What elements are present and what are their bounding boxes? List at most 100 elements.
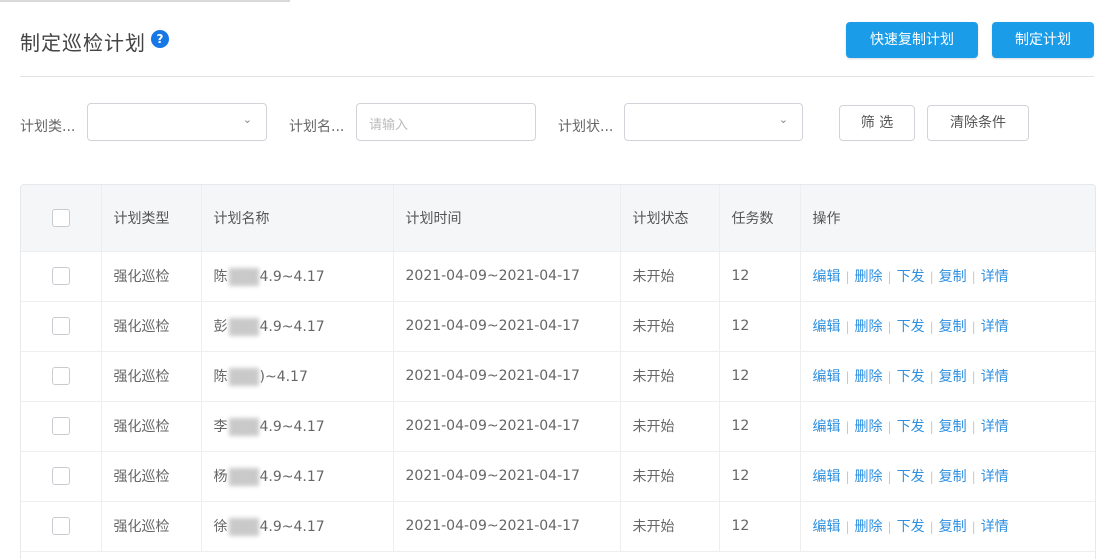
action-separator: | xyxy=(971,520,976,534)
action-link[interactable]: 详情 xyxy=(981,319,1009,335)
column-header[interactable]: 计划类型 xyxy=(101,185,202,252)
action-link[interactable]: 复制 xyxy=(939,369,967,385)
row-checkbox[interactable] xyxy=(51,367,70,385)
column-header[interactable]: 计划状态 xyxy=(620,185,720,252)
task-count-cell: 12 xyxy=(719,351,801,402)
plan-name-prefix: 彭 xyxy=(213,319,228,335)
plan-type-label: 计划类... xyxy=(20,119,76,135)
action-separator: | xyxy=(971,270,976,284)
plan-status-label: 计划状... xyxy=(558,119,614,135)
row-checkbox[interactable] xyxy=(51,317,70,335)
row-checkbox[interactable] xyxy=(51,267,70,285)
redaction-blur xyxy=(228,518,259,536)
column-header[interactable]: 计划时间 xyxy=(393,185,621,252)
task-count-cell: 12 xyxy=(719,501,801,552)
select-all-checkbox[interactable] xyxy=(51,208,70,227)
action-link[interactable]: 下发 xyxy=(897,469,925,485)
action-link[interactable]: 删除 xyxy=(855,469,883,485)
action-link[interactable]: 删除 xyxy=(855,369,883,385)
plan-table: 计划类型 计划名称 计划时间 计划状态 任务数 操作 强化巡检陈 4.9~4.17… xyxy=(20,184,1096,559)
column-header[interactable]: 任务数 xyxy=(719,185,801,252)
action-separator: | xyxy=(887,520,892,534)
action-link[interactable]: 复制 xyxy=(939,469,967,485)
action-link[interactable]: 删除 xyxy=(855,319,883,335)
action-link[interactable]: 复制 xyxy=(939,319,967,335)
plan-name-suffix: 4.9~4.17 xyxy=(259,269,325,285)
action-link[interactable]: 详情 xyxy=(981,269,1009,285)
column-header[interactable]: 计划名称 xyxy=(201,185,394,252)
row-checkbox[interactable] xyxy=(51,417,70,435)
action-link[interactable]: 复制 xyxy=(939,269,967,285)
task-count-cell: 12 xyxy=(719,451,801,502)
action-link[interactable]: 复制 xyxy=(939,419,967,435)
table-row: 强化巡检徐 4.9~4.17 2021-04-09~2021-04-17 未开始 12 编… xyxy=(21,501,1095,552)
action-link[interactable]: 编辑 xyxy=(813,519,841,535)
plan-name-placeholder: 请输入 xyxy=(369,118,409,133)
action-separator: | xyxy=(971,370,976,384)
plan-name-prefix: 徐 xyxy=(213,519,228,535)
action-link[interactable]: 下发 xyxy=(897,519,925,535)
make-plan-button[interactable]: 制定计划 xyxy=(992,22,1094,58)
action-link[interactable]: 详情 xyxy=(981,519,1009,535)
page-title: 制定巡检计划 xyxy=(20,31,146,55)
table-row: 强化巡检陈 4.9~4.17 2021-04-09~2021-04-17 未开始 12 编… xyxy=(21,251,1095,302)
action-link[interactable]: 删除 xyxy=(855,269,883,285)
plan-status-cell: 未开始 xyxy=(620,251,720,302)
plan-status-cell: 未开始 xyxy=(620,351,720,402)
action-link[interactable]: 复制 xyxy=(939,519,967,535)
plan-name-prefix: 陈 xyxy=(213,369,228,385)
plan-name-prefix: 李 xyxy=(213,419,228,435)
plan-name-suffix: 4.9~4.17 xyxy=(259,319,325,335)
action-separator: | xyxy=(887,370,892,384)
plan-name-suffix: )~4.17 xyxy=(259,369,308,385)
action-link[interactable]: 编辑 xyxy=(813,319,841,335)
action-separator: | xyxy=(845,420,850,434)
action-link[interactable]: 编辑 xyxy=(813,369,841,385)
action-separator: | xyxy=(887,270,892,284)
plan-time-cell: 2021-04-09~2021-04-17 xyxy=(393,351,621,402)
action-link[interactable]: 编辑 xyxy=(813,419,841,435)
plan-type-select[interactable]: ⌄ xyxy=(87,103,267,141)
action-separator: | xyxy=(929,370,934,384)
row-checkbox[interactable] xyxy=(51,467,70,485)
filter-button[interactable]: 筛 选 xyxy=(839,105,915,141)
actions-cell: 编辑 | 删除 | 下发 | 复制 | 详情 xyxy=(800,351,1095,402)
table-row: 强化巡检陈)~4.17 2021-04-09~2021-04-17 未开始 12 编辑 |… xyxy=(21,351,1095,402)
action-link[interactable]: 删除 xyxy=(855,419,883,435)
actions-cell: 编辑 | 删除 | 下发 | 复制 | 详情 xyxy=(800,301,1095,352)
plan-status-select[interactable]: ⌄ xyxy=(624,103,803,141)
action-link[interactable]: 详情 xyxy=(981,369,1009,385)
action-link[interactable]: 下发 xyxy=(897,269,925,285)
plan-name-prefix: 杨 xyxy=(213,469,228,485)
action-link[interactable]: 下发 xyxy=(897,369,925,385)
action-link[interactable]: 详情 xyxy=(981,419,1009,435)
plan-name-suffix: 4.9~4.17 xyxy=(259,419,325,435)
action-link[interactable]: 下发 xyxy=(897,319,925,335)
action-link[interactable]: 详情 xyxy=(981,469,1009,485)
action-separator: | xyxy=(971,470,976,484)
redaction-blur xyxy=(228,268,259,286)
redaction-blur xyxy=(228,418,259,436)
plan-type-cell: 强化巡检 xyxy=(101,301,202,352)
chevron-down-icon: ⌄ xyxy=(778,113,788,126)
quick-copy-plan-button[interactable]: 快速复制计划 xyxy=(846,22,978,58)
clear-conditions-button[interactable]: 清除条件 xyxy=(927,105,1029,141)
action-link[interactable]: 下发 xyxy=(897,419,925,435)
plan-status-cell: 未开始 xyxy=(620,401,720,452)
plan-name-cell: 李 4.9~4.17 xyxy=(201,401,394,452)
table-row: 强化巡检李 4.9~4.17 2021-04-09~2021-04-17 未开始 12 编… xyxy=(21,401,1095,452)
action-separator: | xyxy=(845,470,850,484)
plan-name-cell: 徐 4.9~4.17 xyxy=(201,501,394,552)
redaction-blur xyxy=(228,318,259,336)
action-link[interactable]: 删除 xyxy=(855,519,883,535)
action-link[interactable]: 编辑 xyxy=(813,469,841,485)
action-separator: | xyxy=(887,320,892,334)
help-icon[interactable]: ? xyxy=(151,30,169,48)
plan-name-cell: 杨 4.9~4.17 xyxy=(201,451,394,502)
plan-time-cell: 2021-04-09~2021-04-17 xyxy=(393,451,621,502)
action-separator: | xyxy=(845,370,850,384)
plan-name-input[interactable]: 请输入 xyxy=(356,103,536,141)
row-checkbox[interactable] xyxy=(51,517,70,535)
actions-cell: 编辑 | 删除 | 下发 | 复制 | 详情 xyxy=(800,401,1095,452)
action-link[interactable]: 编辑 xyxy=(813,269,841,285)
